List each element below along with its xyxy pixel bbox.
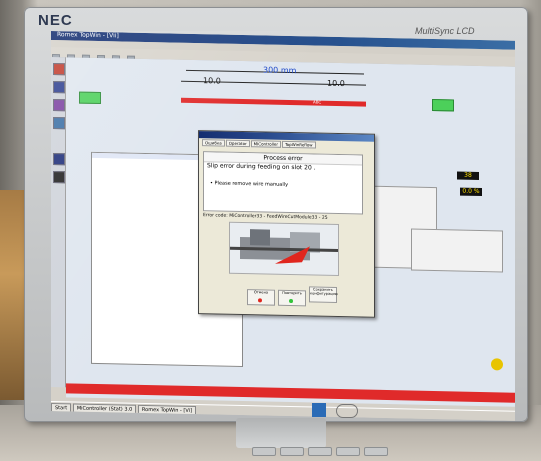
left-strip-label: 10.0 bbox=[203, 76, 221, 86]
error-code: Error code: MiController33 - FeedWireCut… bbox=[203, 213, 328, 221]
dialog-buttons: Отмена Повторить Сохранить конфигурацию bbox=[247, 278, 340, 307]
right-feeder-indicator bbox=[432, 98, 454, 112]
error-instruction: • Please remove wire manually bbox=[210, 180, 289, 188]
help-icon[interactable] bbox=[491, 358, 503, 371]
monitor-brand: NEC bbox=[38, 12, 73, 29]
eco-logo bbox=[336, 404, 358, 418]
sidebar-tool-icon[interactable] bbox=[53, 99, 65, 112]
error-message-box: Process error Slip error during feeding … bbox=[203, 151, 363, 215]
machine-illustration bbox=[229, 221, 339, 277]
right-strip-label: 10.0 bbox=[327, 78, 345, 89]
retry-button[interactable]: Повторить bbox=[278, 289, 306, 307]
windows-logo-sticker bbox=[312, 403, 326, 417]
save-config-button[interactable]: Сохранить конфигурацию bbox=[309, 286, 338, 303]
monitor-button[interactable] bbox=[336, 447, 360, 456]
error-message: Slip error during feeding on slot 20 . bbox=[207, 162, 316, 172]
tab-error[interactable]: Ошибка bbox=[202, 139, 225, 147]
dialog-tabs: Ошибка Operator MIController TopWinReflow bbox=[202, 139, 317, 149]
monitor-button[interactable] bbox=[364, 447, 388, 456]
tab-micontroller[interactable]: MIController bbox=[250, 140, 281, 148]
monitor-model: MultiSync LCD bbox=[415, 26, 475, 36]
options-panel bbox=[411, 228, 503, 273]
sidebar-tool-icon[interactable] bbox=[53, 171, 65, 184]
cancel-button[interactable]: Отмена bbox=[247, 289, 275, 306]
left-feeder-indicator bbox=[79, 91, 101, 105]
app-title: Romex TopWin - [Vii] bbox=[57, 31, 119, 40]
sidebar-tool-icon[interactable] bbox=[53, 81, 65, 94]
monitor-button[interactable] bbox=[280, 447, 304, 456]
sidebar-tool-icon[interactable] bbox=[53, 153, 65, 166]
sidebar-tool-icon[interactable] bbox=[53, 63, 65, 76]
monitor-button[interactable] bbox=[252, 447, 276, 456]
gauge-top: 38 bbox=[457, 171, 479, 180]
monitor-screen: Romex TopWin - [Vii] 300 mm 10.0 10.0 AB… bbox=[51, 31, 515, 421]
machine-diagram-icon bbox=[230, 229, 338, 264]
tab-topwinreflow[interactable]: TopWinReflow bbox=[281, 140, 316, 149]
gauge-percent: 0.0 % bbox=[460, 187, 482, 197]
sidebar-tool-icon[interactable] bbox=[53, 117, 65, 130]
tab-operator[interactable]: Operator bbox=[225, 139, 250, 148]
wire-tag: ABC bbox=[313, 99, 322, 105]
length-label: 300 mm bbox=[263, 65, 297, 76]
monitor-controls bbox=[252, 441, 402, 456]
monitor-button[interactable] bbox=[308, 447, 332, 456]
error-dialog: Ошибка Operator MIController TopWinReflow P… bbox=[198, 130, 375, 318]
left-sidebar bbox=[51, 57, 66, 388]
